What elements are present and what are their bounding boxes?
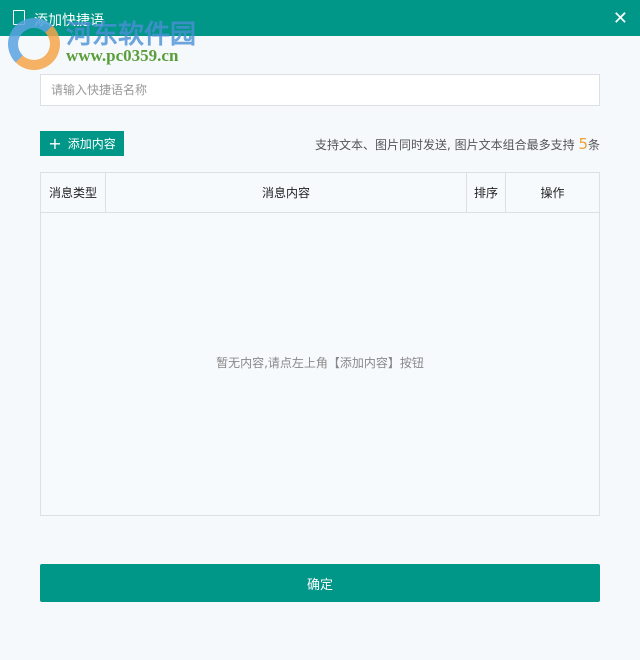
document-icon — [13, 10, 25, 25]
column-header-order: 排序 — [467, 173, 506, 212]
hint-count: 5 — [578, 135, 588, 153]
column-header-content: 消息内容 — [106, 173, 467, 212]
add-content-button[interactable]: + 添加内容 — [40, 131, 124, 156]
empty-message: 暂无内容,请点左上角【添加内容】按钮 — [216, 356, 424, 370]
limit-hint: 支持文本、图片同时发送, 图片文本组合最多支持 5条 — [315, 135, 600, 153]
plus-icon: + — [48, 133, 62, 153]
column-header-actions: 操作 — [540, 186, 565, 200]
content-table: 消息类型 消息内容 排序 操作 暂无内容,请点左上角【添加内容】按钮 — [40, 172, 600, 516]
hint-suffix: 条 — [587, 138, 600, 152]
window-title: 添加快捷语 — [34, 13, 104, 29]
shortcut-name-input[interactable] — [40, 74, 600, 106]
close-icon[interactable]: ✕ — [613, 8, 628, 29]
table-header: 消息类型 消息内容 排序 操作 — [41, 173, 599, 213]
add-content-label: 添加内容 — [67, 137, 116, 151]
column-header-type: 消息类型 — [41, 173, 106, 212]
title-bar: 添加快捷语 ✕ — [0, 0, 640, 36]
confirm-button[interactable]: 确定 — [40, 564, 600, 602]
watermark-url: www.pc0359.cn — [66, 46, 179, 65]
hint-text: 支持文本、图片同时发送, 图片文本组合最多支持 — [314, 138, 579, 152]
